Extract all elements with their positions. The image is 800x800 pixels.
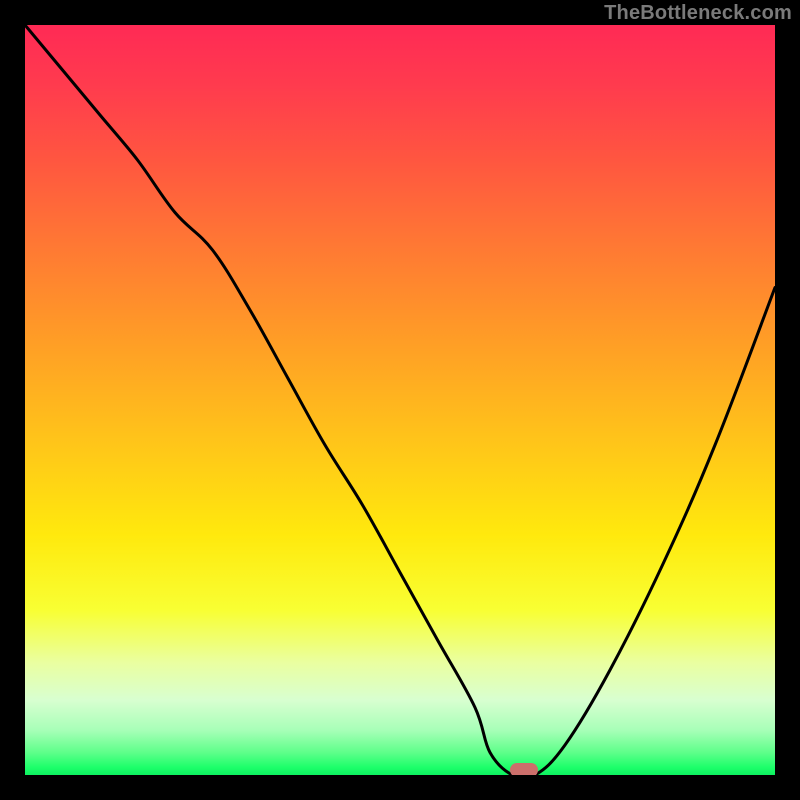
optimum-marker bbox=[510, 763, 538, 775]
watermark-text: TheBottleneck.com bbox=[604, 2, 792, 25]
bottleneck-curve bbox=[25, 25, 775, 775]
chart-stage: TheBottleneck.com bbox=[0, 0, 800, 800]
curve-layer bbox=[25, 25, 775, 775]
plot-area bbox=[25, 25, 775, 775]
